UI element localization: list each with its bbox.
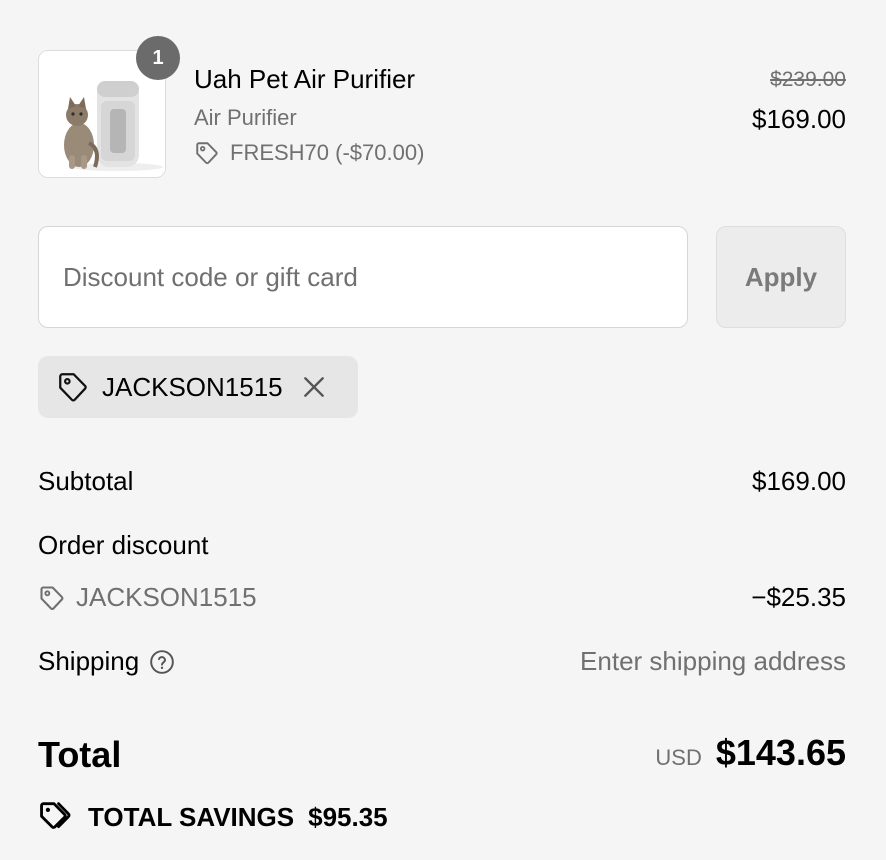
shipping-label: Shipping	[38, 646, 140, 676]
order-discount-code-wrap: JACKSON1515	[38, 582, 846, 613]
applied-discount-code: JACKSON1515	[102, 371, 283, 402]
total-value-wrap: USD $143.65	[655, 732, 846, 774]
apply-button[interactable]: Apply	[716, 226, 846, 328]
shipping-value: Enter shipping address	[580, 646, 846, 676]
tag-icon	[40, 585, 64, 610]
subtotal-row: Subtotal $169.00	[38, 466, 846, 497]
order-discount-detail-row: JACKSON1515 −$25.35	[38, 582, 846, 613]
remove-discount-button[interactable]	[301, 374, 327, 400]
total-savings-label: TOTAL SAVINGS	[88, 801, 295, 832]
order-discount-row: Order discount	[38, 530, 846, 561]
quantity-badge: 1	[136, 36, 180, 80]
subtotal-value: $169.00	[752, 466, 846, 496]
tag-icon	[196, 142, 218, 165]
cart-line-item: 1 Uah Pet Air Purifier Air Purifier FRES…	[38, 36, 846, 178]
product-price: $169.00	[752, 104, 846, 134]
close-icon	[303, 377, 324, 397]
order-discount-code: JACKSON1515	[76, 582, 257, 612]
discount-code-input[interactable]	[38, 226, 688, 328]
product-variant: Air Purifier	[194, 105, 297, 130]
original-price: $239.00	[770, 68, 846, 91]
total-label: Total	[38, 734, 122, 775]
shipping-row: Shipping Enter shipping address	[38, 646, 846, 677]
order-discount-value: −$25.35	[751, 582, 846, 612]
tag-icon	[59, 373, 87, 402]
product-discount-code: FRESH70 (-$70.00)	[230, 140, 425, 165]
total-savings: TOTAL SAVINGS $95.35	[38, 800, 388, 834]
order-discount-label: Order discount	[38, 530, 209, 560]
total-savings-value: $95.35	[308, 801, 388, 832]
tags-icon	[40, 802, 71, 829]
subtotal-label: Subtotal	[38, 466, 134, 496]
applied-discount-chip: JACKSON1515	[38, 356, 358, 418]
help-icon[interactable]	[149, 649, 175, 675]
product-name: Uah Pet Air Purifier	[194, 64, 416, 94]
currency-code: USD	[655, 745, 702, 770]
total-value: $143.65	[715, 732, 846, 773]
product-discount: FRESH70 (-$70.00)	[194, 140, 424, 166]
